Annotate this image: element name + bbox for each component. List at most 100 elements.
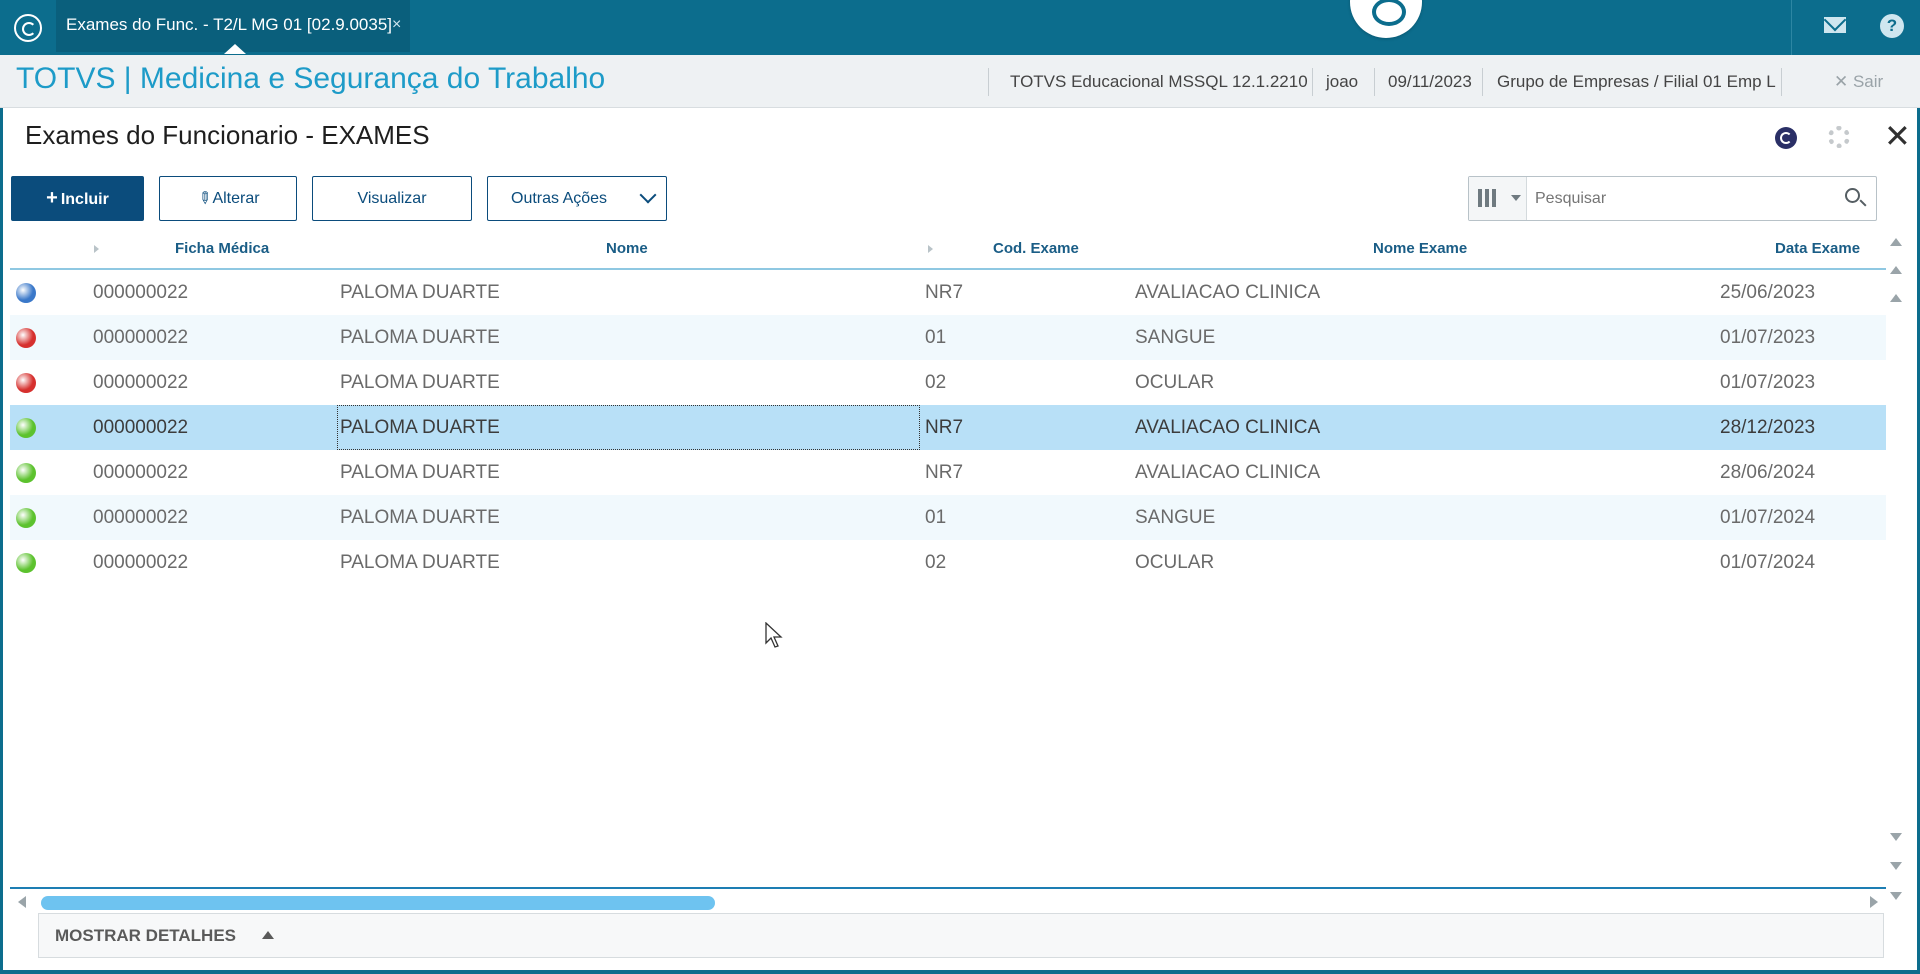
column-chooser-button[interactable] [1469, 177, 1527, 220]
exams-grid: Ficha Médica Nome Cod. Exame Nome Exame … [10, 230, 1886, 890]
cell-cod-exame[interactable]: NR7 [925, 405, 963, 450]
mail-icon[interactable] [1824, 17, 1846, 33]
status-red-icon[interactable] [16, 328, 36, 348]
edit-button[interactable]: ✎Alterar [159, 176, 297, 221]
cell-nome[interactable]: PALOMA DUARTE [340, 360, 500, 405]
chat-bubble-icon[interactable] [1350, 0, 1422, 38]
view-label: Visualizar [357, 190, 427, 207]
table-row[interactable]: 000000022 PALOMA DUARTE NR7 AVALIACAO CLINI… [10, 450, 1886, 495]
show-details-button[interactable]: MOSTRAR DETALHES [38, 913, 1884, 958]
scroll-down-icon[interactable] [1890, 833, 1902, 841]
tab-close-icon[interactable]: × [392, 0, 401, 50]
table-row[interactable]: 000000022 PALOMA DUARTE NR7 AVALIACAO CLINI… [10, 405, 1886, 450]
show-details-label: MOSTRAR DETALHES [55, 926, 237, 945]
cell-ficha[interactable]: 000000022 [93, 270, 188, 315]
cell-ficha[interactable]: 000000022 [93, 315, 188, 360]
date-label: 09/11/2023 [1388, 72, 1472, 91]
scroll-left-icon[interactable] [18, 896, 26, 908]
cell-data-exame[interactable]: 01/07/2023 [1720, 360, 1815, 405]
column-marker-icon [928, 245, 933, 253]
tab-active-indicator [224, 44, 246, 54]
search-icon[interactable] [1845, 188, 1860, 203]
cell-nome-exame[interactable]: SANGUE [1135, 315, 1215, 360]
divider [1791, 0, 1792, 55]
cell-nome[interactable]: PALOMA DUARTE [340, 450, 500, 495]
scroll-top-icon[interactable] [1890, 238, 1902, 246]
scroll-right-icon[interactable] [1870, 896, 1878, 908]
cell-data-exame[interactable]: 01/07/2024 [1720, 495, 1815, 540]
exit-button[interactable]: ✕ Sair [1834, 55, 1883, 108]
horizontal-scroll-thumb[interactable] [41, 896, 715, 910]
window-border [0, 108, 3, 974]
column-header-cod-exame[interactable]: Cod. Exame [993, 230, 1079, 268]
cell-cod-exame[interactable]: 01 [925, 315, 946, 360]
cell-nome-exame[interactable]: SANGUE [1135, 495, 1215, 540]
status-blue-icon[interactable] [16, 283, 36, 303]
chevron-down-icon [639, 186, 657, 204]
column-header-ficha[interactable]: Ficha Médica [175, 230, 269, 268]
cell-data-exame[interactable]: 01/07/2024 [1720, 540, 1815, 585]
cell-nome-exame[interactable]: OCULAR [1135, 540, 1214, 585]
column-header-nome-exame[interactable]: Nome Exame [1373, 230, 1467, 268]
status-red-icon[interactable] [16, 373, 36, 393]
cell-ficha[interactable]: 000000022 [93, 495, 188, 540]
cell-nome-exame[interactable]: OCULAR [1135, 360, 1214, 405]
include-label: Incluir [60, 191, 109, 208]
search-input[interactable] [1535, 177, 1825, 220]
totvs-logo-icon[interactable] [14, 14, 42, 42]
help-icon[interactable]: ? [1880, 14, 1904, 38]
cell-data-exame[interactable]: 28/12/2023 [1720, 405, 1815, 450]
table-row[interactable]: 000000022 PALOMA DUARTE NR7 AVALIACAO CLINI… [10, 270, 1886, 315]
divider [988, 68, 989, 96]
view-button[interactable]: Visualizar [312, 176, 472, 221]
cell-cod-exame[interactable]: 02 [925, 360, 946, 405]
totvs-circle-icon[interactable] [1775, 127, 1797, 149]
cell-data-exame[interactable]: 25/06/2023 [1720, 270, 1815, 315]
table-row[interactable]: 000000022 PALOMA DUARTE 02 OCULAR 01/07/2024 [10, 540, 1886, 585]
cell-nome[interactable]: PALOMA DUARTE [337, 405, 920, 450]
cell-cod-exame[interactable]: 02 [925, 540, 946, 585]
grid-header: Ficha Médica Nome Cod. Exame Nome Exame … [10, 230, 1886, 270]
app-title: TOTVS | Medicina e Segurança do Trabalho [16, 62, 606, 95]
columns-icon [1478, 189, 1500, 207]
cell-nome[interactable]: PALOMA DUARTE [340, 270, 500, 315]
status-green-icon[interactable] [16, 463, 36, 483]
cell-nome-exame[interactable]: AVALIACAO CLINICA [1135, 270, 1320, 315]
column-header-data-exame[interactable]: Data Exame [1775, 230, 1860, 268]
column-header-nome[interactable]: Nome [606, 230, 648, 268]
include-button[interactable]: + Incluir [11, 176, 144, 221]
cell-nome[interactable]: PALOMA DUARTE [340, 495, 500, 540]
cell-ficha[interactable]: 000000022 [93, 360, 188, 405]
table-row[interactable]: 000000022 PALOMA DUARTE 01 SANGUE 01/07/2024 [10, 495, 1886, 540]
scroll-page-up-icon[interactable] [1890, 266, 1902, 274]
scroll-page-down-icon[interactable] [1890, 862, 1902, 870]
close-icon[interactable]: ✕ [1884, 118, 1911, 154]
table-row[interactable]: 000000022 PALOMA DUARTE 01 SANGUE 01/07/2023 [10, 315, 1886, 360]
gear-icon[interactable] [1828, 126, 1850, 148]
caret-up-icon [262, 931, 274, 939]
company-label: Grupo de Empresas / Filial 01 Emp L [1497, 72, 1776, 91]
status-green-icon[interactable] [16, 553, 36, 573]
user-label: joao [1326, 72, 1359, 91]
cell-data-exame[interactable]: 01/07/2023 [1720, 315, 1815, 360]
cell-nome[interactable]: PALOMA DUARTE [340, 315, 500, 360]
status-green-icon[interactable] [16, 508, 36, 528]
cell-data-exame[interactable]: 28/06/2024 [1720, 450, 1815, 495]
cell-nome-exame[interactable]: AVALIACAO CLINICA [1135, 405, 1320, 450]
vertical-scrollbar[interactable] [1886, 230, 1906, 910]
cell-nome-exame[interactable]: AVALIACAO CLINICA [1135, 450, 1320, 495]
horizontal-scrollbar[interactable] [10, 887, 1886, 913]
cell-nome[interactable]: PALOMA DUARTE [340, 540, 500, 585]
grid-body: 000000022 PALOMA DUARTE NR7 AVALIACAO CLINI… [10, 270, 1886, 585]
cell-cod-exame[interactable]: 01 [925, 495, 946, 540]
scroll-up-icon[interactable] [1890, 294, 1902, 302]
cell-cod-exame[interactable]: NR7 [925, 270, 963, 315]
table-row[interactable]: 000000022 PALOMA DUARTE 02 OCULAR 01/07/2023 [10, 360, 1886, 405]
other-actions-button[interactable]: Outras Ações [487, 176, 667, 221]
cell-ficha[interactable]: 000000022 [93, 540, 188, 585]
status-green-icon[interactable] [16, 418, 36, 438]
cell-ficha[interactable]: 000000022 [93, 405, 188, 450]
cell-cod-exame[interactable]: NR7 [925, 450, 963, 495]
cell-ficha[interactable]: 000000022 [93, 450, 188, 495]
scroll-bottom-icon[interactable] [1890, 892, 1902, 900]
